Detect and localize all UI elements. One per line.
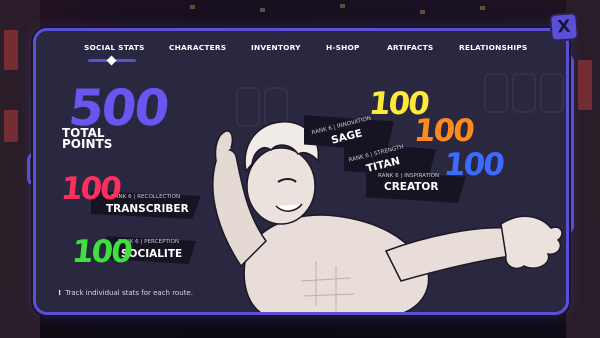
window-light — [190, 5, 195, 9]
window-light — [260, 8, 265, 12]
stat-name: TRANSCRIBER — [106, 203, 189, 215]
stat-value: 100 — [70, 234, 133, 270]
close-button[interactable]: X — [549, 12, 579, 42]
footer-hint-text: Track individual stats for each route. — [65, 289, 193, 297]
decorative-frame — [512, 73, 536, 113]
decorative-frame — [484, 73, 508, 113]
tab-artifacts[interactable]: ARTIFACTS — [387, 43, 433, 52]
close-icon: X — [556, 16, 572, 38]
exclamation-icon: ! — [58, 289, 62, 297]
window-light — [420, 10, 425, 14]
tab-characters[interactable]: CHARACTERS — [169, 43, 226, 52]
tab-inventory[interactable]: INVENTORY — [251, 43, 301, 52]
footer-hint: ! Track individual stats for each route. — [58, 289, 193, 297]
total-points-label: TOTAL POINTS — [62, 127, 122, 151]
tab-social-stats[interactable]: SOCIAL STATS — [84, 43, 144, 52]
decorative-frame — [540, 73, 564, 113]
neon-sign — [4, 30, 18, 70]
tab-relationships[interactable]: RELATIONSHIPS — [459, 43, 527, 52]
stat-name: CREATOR — [384, 181, 439, 193]
stat-rank-label: RANK 6 | RECOLLECTION — [111, 194, 181, 200]
stat-value: 100 — [442, 147, 505, 183]
tab-h-shop[interactable]: H-SHOP — [326, 43, 360, 52]
stat-rank-label: RANK 6 | INSPIRATION — [378, 173, 440, 179]
window-light — [480, 6, 485, 10]
total-label-line2: POINTS — [62, 137, 113, 151]
stat-value: 100 — [59, 171, 122, 207]
stats-panel: SOCIAL STATS CHARACTERS INVENTORY H-SHOP… — [33, 28, 569, 315]
neon-sign — [578, 60, 592, 110]
window-light — [340, 4, 345, 8]
neon-sign — [4, 110, 18, 142]
stat-value: 100 — [412, 113, 475, 149]
